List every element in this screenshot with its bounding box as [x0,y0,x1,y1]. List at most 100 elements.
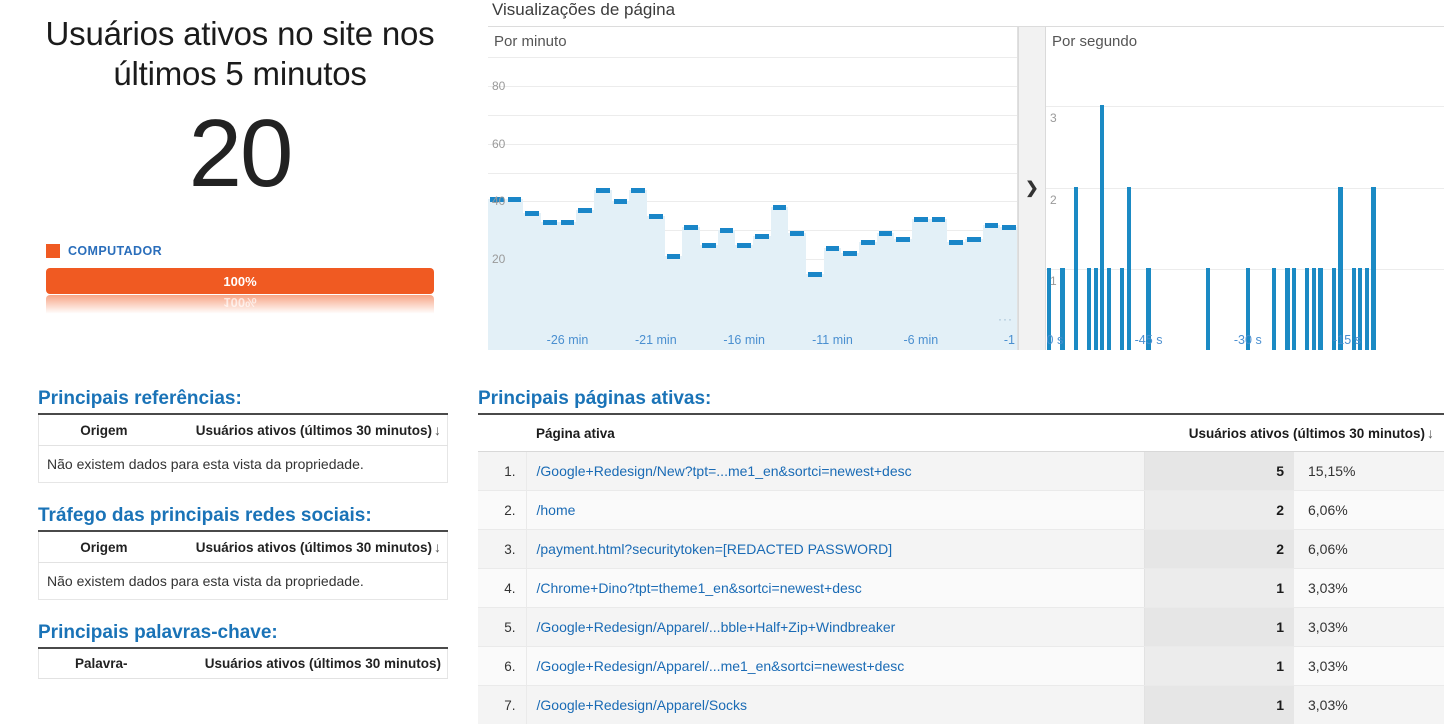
chart-per-second[interactable]: Por segundo 1 2 3 -60 s -45 s -30 s -15 s [1046,27,1444,350]
chart-bar [578,208,592,214]
chart-bar [1311,268,1317,350]
col-header-active-users[interactable]: Usuários ativos (últimos 30 minutos) ↓ [1144,415,1444,452]
device-share-bar[interactable]: 100% [46,268,434,294]
chart-bar [878,231,893,237]
legend-label-computador[interactable]: COMPUTADOR [68,244,162,258]
chart-x-tick-label: -11 min [812,333,853,347]
page-link[interactable]: /Google+Redesign/Apparel/Socks [526,685,1144,724]
row-index: 5. [478,607,527,647]
chart-bar [1002,225,1016,231]
active-users-percent: 6,06% [1294,490,1444,530]
chart-x-tick-label: -30 s [1233,333,1262,347]
page-link[interactable]: /home [526,490,1144,530]
chart-bar [861,239,875,245]
chart-area-fill [576,210,594,350]
active-users-percent: 3,03% [1294,646,1444,686]
chart-gridline [1046,106,1444,107]
table-header-row: Origem Usuários ativos (últimos 30 minut… [38,415,448,446]
chart-per-minute[interactable]: Por minuto 20 40 60 80 -26 min -21 min -16 min… [488,27,1018,350]
chart-y-tick-label: 3 [1050,111,1057,125]
table-row: 5./Google+Redesign/Apparel/...bble+Half+… [478,607,1444,647]
chart-area-fill [912,218,930,350]
chart-x-tick-label: -15 s [1333,333,1361,347]
chart-bar [843,251,857,257]
active-users-title: Usuários ativos no site nos últimos 5 mi… [45,15,435,92]
chart-bar [1364,268,1370,350]
top-keywords-table: Palavra- Usuários ativos (últimos 30 min… [38,649,448,679]
chart-y-tick-label: 60 [492,136,506,151]
chart-bar [649,213,663,219]
chart-bar [525,211,539,216]
active-users-value: 1 [1143,568,1294,608]
chart-bar [949,239,963,245]
col-header-active-users[interactable]: Usuários ativos (últimos 30 minutos) ↓ [133,532,448,563]
chart-x-tick-label: -26 min [546,333,589,347]
col-header-keyword[interactable]: Palavra- [38,649,134,679]
sort-down-arrow-icon[interactable]: ↓ [432,539,441,555]
row-index: 7. [478,685,527,724]
row-index: 6. [478,646,527,686]
active-users-panel: Usuários ativos no site nos últimos 5 mi… [0,0,480,360]
active-pages-body: 1./Google+Redesign/New?tpt=...me1_en&sor… [478,451,1444,724]
chart-gridline [1046,187,1444,189]
page-link[interactable]: /payment.html?securitytoken=[REDACTED PA… [526,529,1144,569]
top-keywords-title: Principais palavras-chave: [38,622,448,649]
active-users-percent: 15,15% [1294,451,1444,491]
chart-bar [914,216,928,222]
page-link[interactable]: /Google+Redesign/Apparel/...bble+Half+Zi… [526,607,1144,647]
chart-bar [825,245,840,251]
chart-area-fill [488,198,506,350]
chart-bar [931,216,946,222]
col-header-page[interactable]: Página ativa [526,415,1144,452]
table-row: 4./Chrome+Dino?tpt=theme1_en&sortci=newe… [478,568,1444,608]
chart-bar [1205,268,1211,350]
chart-bar [1100,105,1105,350]
chart-bar [1338,186,1343,350]
top-active-pages-block: Principais páginas ativas: Página ativa … [478,388,1444,724]
active-users-value: 1 [1143,646,1294,686]
chart-area-fill [558,221,577,350]
chart-bar [666,254,681,260]
chart-bar [560,219,575,225]
device-share-bar-reflection: 100% [46,295,434,321]
chart-x-tick-label: -1 [1003,333,1015,347]
active-users-value: 2 [1143,529,1294,569]
chart-area-fill [859,241,877,350]
charts-expand-divider[interactable]: ❯ [1018,27,1046,350]
table-header-row: Palavra- Usuários ativos (últimos 30 min… [38,649,448,679]
chart-per-minute-plot: 20 40 60 80 -26 min -21 min -16 min -11 min -6 m… [488,27,1017,350]
chart-bar [1119,268,1125,350]
top-referrals-title: Principais referências: [38,388,448,415]
device-share-bar-label: 100% [223,273,257,289]
top-referrals-table: Origem Usuários ativos (últimos 30 minut… [38,415,448,483]
chart-per-minute-overflow-dots: ··· [998,312,1013,326]
col-header-active-users-label: Usuários ativos (últimos 30 minutos) [195,540,432,555]
chart-bar [984,222,999,228]
sort-down-arrow-icon[interactable]: ↓ [1425,425,1434,441]
sort-down-arrow-icon[interactable]: ↓ [432,422,441,438]
table-header-row: Origem Usuários ativos (últimos 30 minut… [38,532,448,563]
chart-area-fill [594,189,612,350]
page-link[interactable]: /Google+Redesign/New?tpt=...me1_en&sortc… [526,451,1144,491]
chart-bar [1073,186,1078,350]
col-header-active-users[interactable]: Usuários ativos (últimos 30 minutos) ↓ [133,415,448,446]
chevron-right-icon: ❯ [1025,179,1039,197]
chart-area-fill [611,201,630,350]
chart-per-second-plot: 1 2 3 -60 s -45 s -30 s -15 s [1046,27,1444,350]
chart-bar [702,242,716,248]
chart-bar [1318,268,1323,350]
chart-area-fill [647,215,665,350]
page-link[interactable]: /Google+Redesign/Apparel/...me1_en&sortc… [526,646,1144,686]
chart-y-tick-label: 80 [492,78,506,93]
col-header-origin[interactable]: Origem [38,415,134,446]
col-header-active-users[interactable]: Usuários ativos (últimos 30 minutos) [133,649,448,679]
chart-x-tick-label: -45 s [1134,333,1163,347]
chart-area-fill [947,241,965,350]
page-link[interactable]: /Chrome+Dino?tpt=theme1_en&sortci=newest… [526,568,1144,608]
chart-per-second-label: Por segundo [1052,33,1144,50]
chart-area-fill [682,227,700,350]
chart-bar [1093,268,1098,350]
col-header-origin[interactable]: Origem [38,532,134,563]
chart-bar [719,228,734,234]
active-users-percent: 3,03% [1294,685,1444,724]
